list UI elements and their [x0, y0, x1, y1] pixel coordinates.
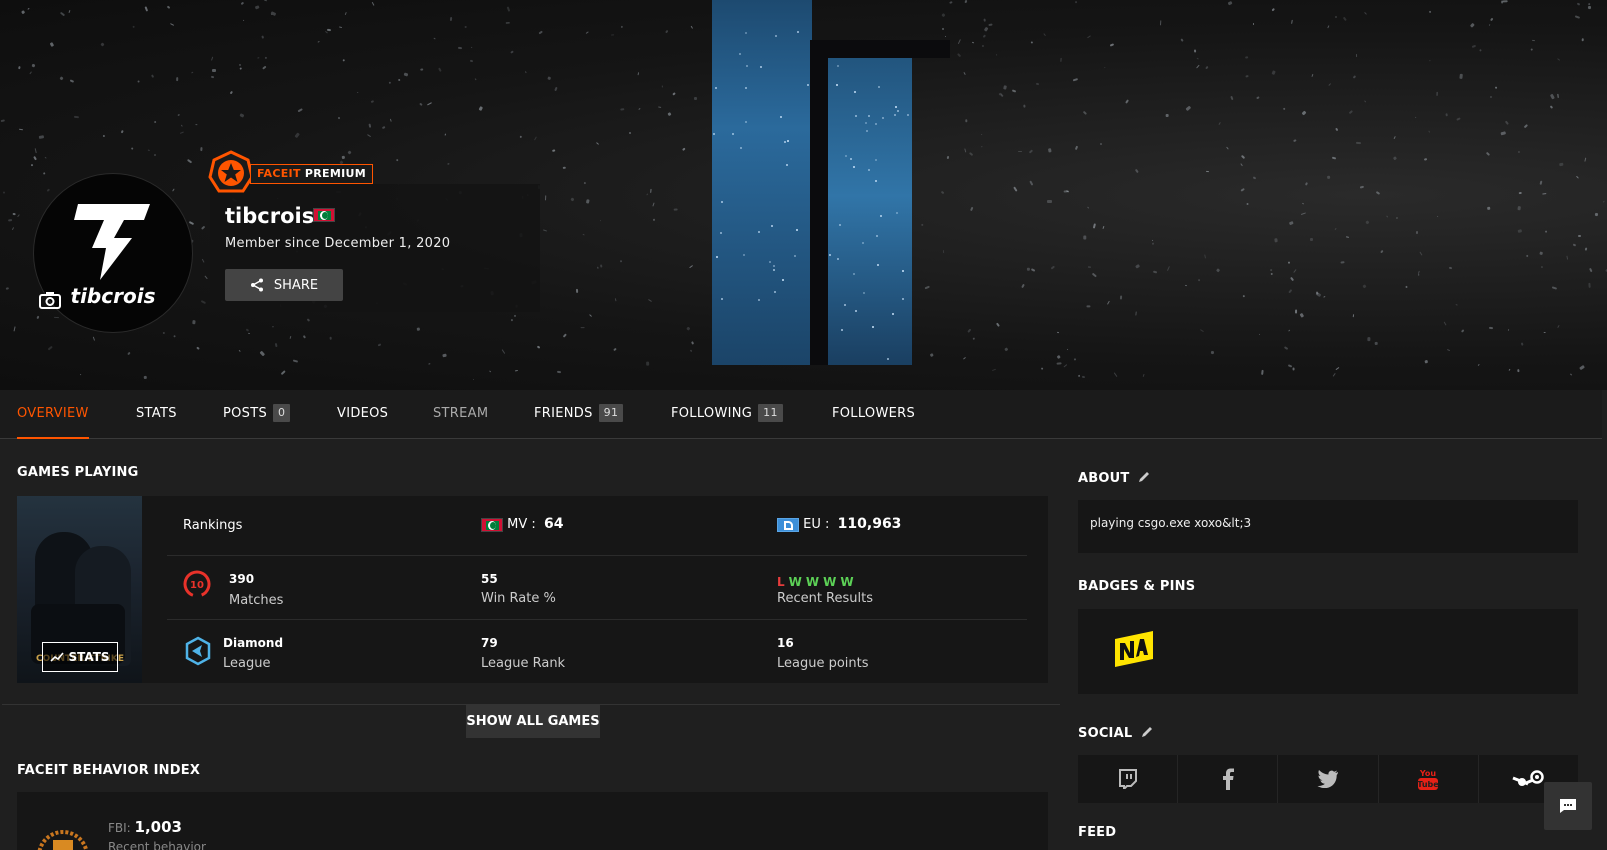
edit-pencil-icon[interactable]	[1138, 470, 1151, 483]
chat-button[interactable]	[1544, 782, 1592, 830]
share-icon	[250, 278, 263, 292]
game-panel-csgo: COUNTER-STRIKE STATS Rankings MV : 64 EU…	[17, 496, 1048, 683]
badges-title: BADGES & PINS	[1078, 579, 1196, 594]
social-title: SOCIAL	[1078, 725, 1154, 741]
social-twitter[interactable]	[1278, 755, 1379, 803]
friends-count-badge: 91	[598, 404, 624, 422]
match-stats-row: 10 390 Matches 55 Win Rate % LWWWW Recen…	[167, 556, 1027, 620]
fbi-score: FBI: 1,003	[108, 818, 182, 836]
tab-followers[interactable]: FOLLOWERS	[832, 390, 915, 439]
league-row: Diamond League 79 League Rank 16 League …	[167, 620, 1027, 683]
avatar[interactable]: tibcrois	[33, 173, 193, 333]
result-win: W	[788, 575, 802, 589]
svg-text:You: You	[1419, 769, 1437, 778]
posts-count-badge: 0	[273, 404, 291, 422]
edit-pencil-icon[interactable]	[1141, 725, 1154, 738]
rankings-row: Rankings MV : 64 EU : 110,963	[167, 496, 1027, 556]
maldives-flag-icon	[313, 208, 335, 222]
about-text: playing csgo.exe xoxo&lt;3	[1090, 516, 1252, 530]
twitch-icon	[1118, 769, 1137, 789]
navi-badge-icon[interactable]	[1111, 629, 1157, 669]
username: tibcrois	[225, 204, 315, 228]
tab-overview[interactable]: OVERVIEW	[17, 390, 89, 439]
games-playing-title: GAMES PLAYING	[17, 465, 139, 480]
member-since: Member since December 1, 2020	[225, 236, 451, 251]
badges-box	[1078, 609, 1578, 694]
europe-flag-icon	[777, 517, 799, 532]
share-button[interactable]: SHARE	[225, 269, 343, 301]
youtube-icon: You Tube	[1417, 769, 1439, 790]
following-count-badge: 11	[758, 404, 783, 422]
show-all-games-button[interactable]: SHOW ALL GAMES	[466, 704, 600, 738]
result-loss: L	[777, 575, 785, 589]
avatar-logo-icon	[74, 204, 150, 280]
game-stats-button[interactable]: STATS	[42, 642, 118, 672]
social-links: You Tube	[1078, 755, 1578, 803]
tab-stats[interactable]: STATS	[136, 390, 177, 439]
result-win: W	[823, 575, 837, 589]
social-twitch[interactable]	[1078, 755, 1179, 803]
svg-text:Tube: Tube	[1417, 780, 1439, 789]
premium-tag: FACEIT PREMIUM	[250, 164, 373, 184]
fbi-badge-icon	[37, 830, 89, 850]
tab-friends[interactable]: FRIENDS 91	[534, 390, 624, 439]
trend-icon	[50, 652, 65, 662]
result-win: W	[840, 575, 854, 589]
profile-tabs: OVERVIEW STATS POSTS 0 VIDEOS STREAM FRIE…	[0, 390, 1602, 439]
facebook-icon	[1222, 768, 1234, 790]
premium-star-icon	[208, 150, 254, 193]
social-youtube[interactable]: You Tube	[1379, 755, 1479, 803]
region-rank: EU : 110,963	[777, 516, 901, 532]
tab-videos[interactable]: VIDEOS	[337, 390, 388, 439]
csgo-cover-image[interactable]: COUNTER-STRIKE STATS	[17, 496, 142, 683]
twitter-icon	[1317, 770, 1338, 788]
steam-icon	[1512, 770, 1545, 786]
recent-results: LWWWW	[777, 571, 858, 590]
tab-stream[interactable]: STREAM	[433, 390, 488, 439]
chat-bubble-icon	[1560, 799, 1576, 813]
result-win: W	[805, 575, 820, 589]
banner-portal-art	[712, 0, 950, 365]
fbi-sub-label: Recent behavior	[108, 840, 206, 850]
social-facebook[interactable]	[1178, 755, 1279, 803]
about-title: ABOUT	[1078, 470, 1151, 486]
maldives-flag-icon	[481, 517, 503, 532]
tab-posts[interactable]: POSTS 0	[223, 390, 291, 439]
feed-title: FEED	[1078, 825, 1117, 840]
svg-text:10: 10	[190, 580, 204, 591]
camera-icon[interactable]	[39, 291, 61, 309]
tab-following[interactable]: FOLLOWING 11	[671, 390, 783, 439]
country-rank: MV : 64	[481, 516, 564, 532]
about-box: playing csgo.exe xoxo&lt;3	[1078, 500, 1578, 553]
diamond-league-icon	[185, 636, 211, 666]
fbi-panel: FBI: 1,003 Recent behavior	[17, 792, 1048, 850]
fbi-title: FACEIT BEHAVIOR INDEX	[17, 763, 201, 778]
skill-level-icon: 10	[183, 570, 211, 598]
